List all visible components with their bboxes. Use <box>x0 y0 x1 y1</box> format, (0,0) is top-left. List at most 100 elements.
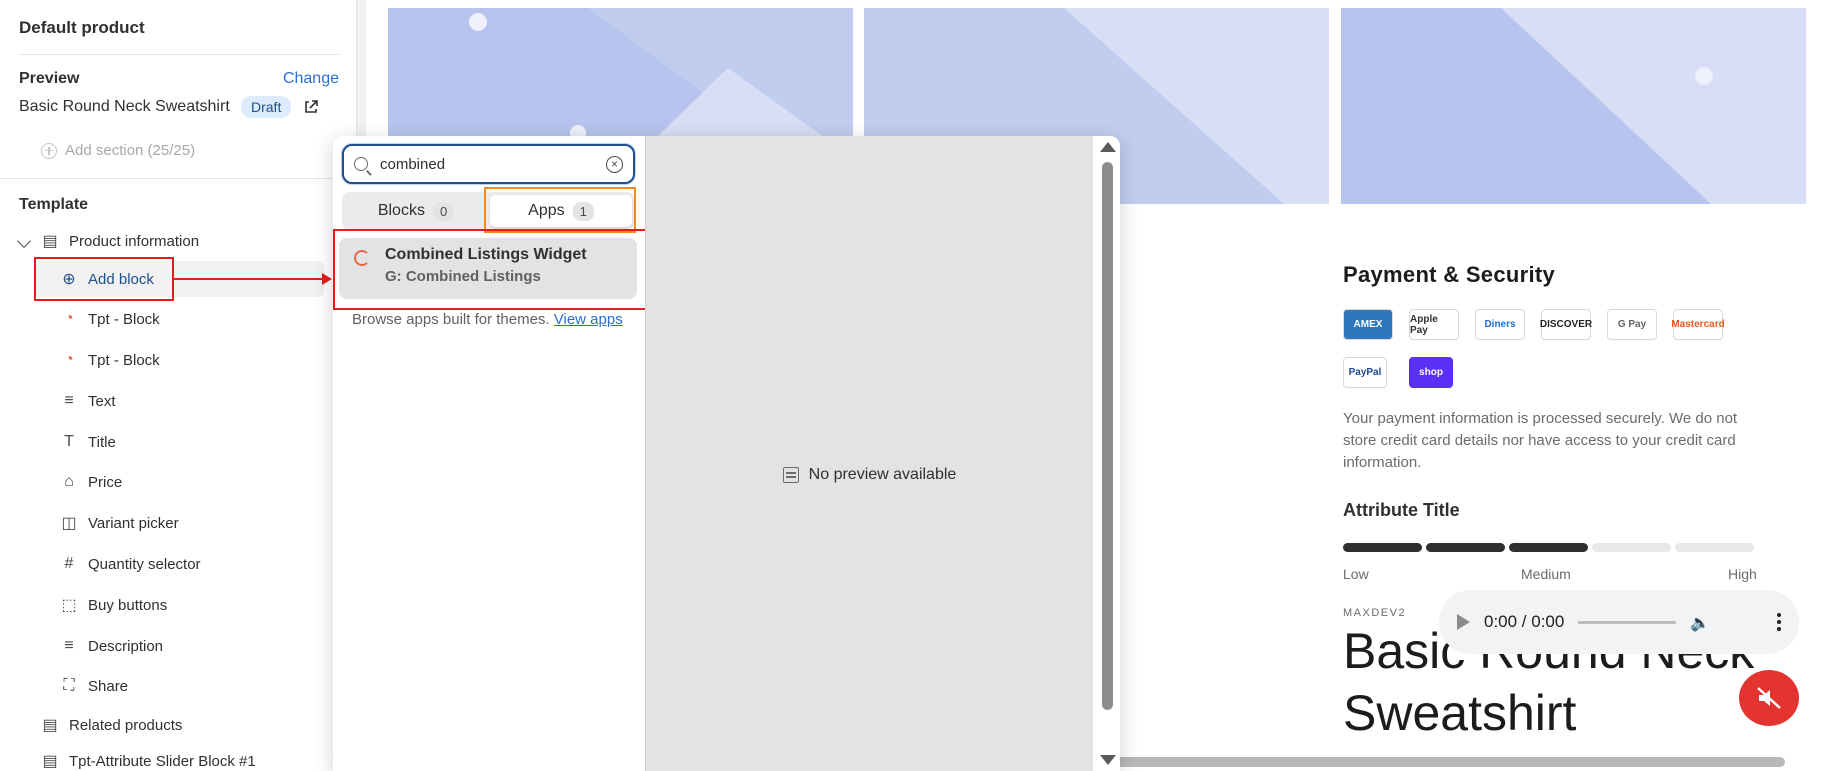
audio-time: 0:00 / 0:00 <box>1484 612 1565 631</box>
more-options-icon[interactable] <box>1777 613 1781 631</box>
apple-pay-card-icon: Apple Pay <box>1409 309 1459 340</box>
volume-icon[interactable]: 🔈 <box>1690 613 1710 632</box>
popover-list-pane: combined × Blocks 0 Apps 1 Combined Listin… <box>333 136 648 771</box>
payment-description: Your payment information is processed se… <box>1343 410 1738 471</box>
tree-item-label: Product information <box>69 232 200 250</box>
tree-item-label: Description <box>88 637 164 655</box>
tab-label: Blocks <box>377 202 425 219</box>
tree-item-product-information[interactable]: ▤ Product information <box>41 232 200 251</box>
tree-item-related-products[interactable]: ▤ Related products <box>41 716 183 735</box>
diners-card-icon: Diners <box>1475 309 1525 340</box>
external-link-icon[interactable] <box>303 99 319 115</box>
annotation-orange-box <box>484 187 636 233</box>
scale-medium-label: Medium <box>1521 566 1571 582</box>
tree-item-quantity-selector[interactable]: # Quantity selector <box>60 555 201 573</box>
mastercard-card-icon: Mastercard <box>1671 309 1725 340</box>
tab-count: 0 <box>432 201 455 221</box>
attribute-bar-segment <box>1592 543 1671 552</box>
attribute-bar-segment <box>1675 543 1754 552</box>
clear-search-icon[interactable]: × <box>606 155 623 173</box>
scrollbar-thumb[interactable] <box>1102 162 1113 710</box>
payment-title: Payment & Security <box>1343 262 1556 287</box>
tree-item-label: Tpt-Attribute Slider Block #1 <box>69 752 256 770</box>
text-icon: ≡ <box>64 637 74 654</box>
tree-item-tpt-block[interactable]: ◔ Tpt - Block <box>60 351 160 369</box>
tree-item-share[interactable]: ⛶ Share <box>60 677 128 695</box>
variant-icon: ◫ <box>61 515 77 532</box>
change-link[interactable]: Change <box>283 70 339 88</box>
audio-player[interactable]: 0:00 / 0:00 🔈 <box>1439 590 1799 654</box>
tree-item-label: Price <box>88 473 123 491</box>
hash-icon: # <box>64 555 74 572</box>
text-icon: ≡ <box>64 392 74 409</box>
tree-item-label: Quantity selector <box>88 555 201 573</box>
browse-apps-label: Browse apps built for themes. <box>352 311 550 328</box>
attribute-bar-segment <box>1509 543 1588 552</box>
audio-progress-track[interactable] <box>1578 620 1677 624</box>
search-icon <box>354 157 368 171</box>
browse-apps-text: Browse apps built for themes. View apps <box>352 308 632 332</box>
chevron-down-icon[interactable] <box>16 233 32 249</box>
scale-high-label: High <box>1728 566 1757 582</box>
tree-item-title[interactable]: T Title <box>60 433 116 451</box>
discover-card-icon: DISCOVER <box>1540 309 1592 340</box>
tree-item-price[interactable]: ⌂ Price <box>60 473 122 491</box>
no-preview-label: No preview available <box>808 466 957 483</box>
app-block-icon: ◔ <box>64 351 74 368</box>
placeholder-image-icon <box>1341 8 1806 204</box>
tree-item-label: Tpt - Block <box>88 351 160 369</box>
section-icon: ▤ <box>42 233 58 250</box>
add-circle-icon <box>41 142 57 159</box>
preview-placeholder-icon <box>782 467 799 483</box>
tree-item-tpt-block[interactable]: ◔ Tpt - Block <box>60 310 160 328</box>
tree-item-label: Share <box>88 677 129 695</box>
section-icon: ▤ <box>42 717 58 734</box>
product-vendor: MAXDEV2 <box>1343 607 1407 619</box>
draft-badge: Draft <box>241 96 292 118</box>
divider <box>19 54 340 55</box>
annotation-red-box <box>34 257 174 301</box>
add-section-label: Add section (25/25) <box>65 142 196 159</box>
tree-item-description[interactable]: ≡ Description <box>60 637 163 655</box>
view-apps-link[interactable]: View apps <box>554 311 623 328</box>
tab-blocks[interactable]: Blocks 0 <box>345 195 487 227</box>
tree-item-label: Title <box>88 433 116 451</box>
tree-item-text[interactable]: ≡ Text <box>60 392 116 410</box>
popover-preview-pane: No preview available <box>645 136 1093 771</box>
section-icon: ▤ <box>42 753 58 770</box>
add-block-popover: combined × Blocks 0 Apps 1 Combined Listin… <box>333 136 1120 771</box>
tree-item-buy-buttons[interactable]: ⬚ Buy buttons <box>60 596 167 615</box>
divider <box>0 178 357 179</box>
play-icon[interactable] <box>1457 614 1470 630</box>
template-label: Template <box>19 196 89 213</box>
title-icon: T <box>64 433 74 450</box>
attribute-title: Attribute Title <box>1343 500 1460 520</box>
tree-item-label: Variant picker <box>88 514 179 532</box>
attribute-bar-segment <box>1343 543 1422 552</box>
annotation-red-box <box>333 229 648 310</box>
sidebar-title: Default product <box>19 18 145 37</box>
scale-low-label: Low <box>1343 566 1369 582</box>
scroll-down-icon[interactable] <box>1100 755 1116 765</box>
editor-sidebar: Default product Preview Change Basic Rou… <box>0 0 357 771</box>
shop-pay-card-icon: shop <box>1409 357 1453 388</box>
tree-item-label: Text <box>88 392 116 410</box>
share-icon: ⛶ <box>63 677 75 694</box>
app-block-icon: ◔ <box>64 310 74 327</box>
block-search-input[interactable]: combined × <box>342 144 635 184</box>
hero-image <box>1341 8 1806 204</box>
add-section-button[interactable]: Add section (25/25) <box>41 142 195 159</box>
tree-item-attribute-slider[interactable]: ▤ Tpt-Attribute Slider Block #1 <box>41 752 256 771</box>
tree-item-label: Related products <box>69 716 183 734</box>
horizontal-scrollbar[interactable] <box>1115 757 1785 767</box>
scroll-up-icon[interactable] <box>1100 142 1116 152</box>
speaker-muted-icon <box>1757 687 1781 709</box>
tree-item-variant-picker[interactable]: ◫ Variant picker <box>60 514 179 533</box>
mute-toggle-button[interactable] <box>1739 670 1799 726</box>
attribute-bar-segment <box>1426 543 1505 552</box>
cursor-icon: ⬚ <box>61 597 77 614</box>
preview-label: Preview <box>19 70 80 87</box>
paypal-card-icon: PayPal <box>1343 357 1387 388</box>
popover-scrollbar[interactable] <box>1094 136 1120 771</box>
google-pay-card-icon: G Pay <box>1607 309 1657 340</box>
